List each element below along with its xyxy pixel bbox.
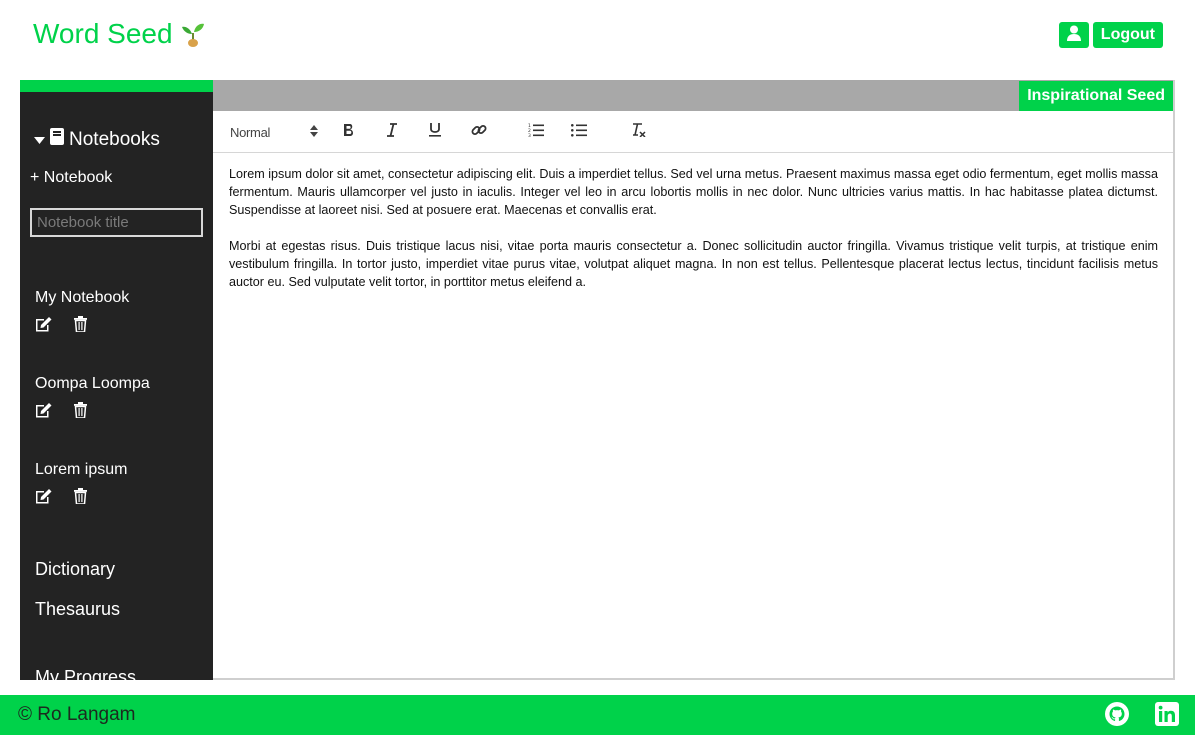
dictionary-link[interactable]: Dictionary <box>35 559 115 580</box>
trash-icon[interactable] <box>74 488 87 504</box>
format-select[interactable]: Normal <box>230 123 318 141</box>
editor-panel: Inspirational Seed Normal 1 2 3 Lorem ip… <box>213 80 1175 680</box>
link-icon <box>471 122 487 143</box>
format-select-value: Normal <box>230 124 271 140</box>
caret-down-icon <box>34 129 45 151</box>
bold-button[interactable] <box>338 122 360 142</box>
app-footer: © Ro Langam <box>0 695 1195 735</box>
brand-logo[interactable]: Word Seed <box>33 17 205 51</box>
inspirational-seed-button[interactable]: Inspirational Seed <box>1019 81 1173 111</box>
social-links <box>1105 702 1179 726</box>
progress-link[interactable]: My Progress <box>35 667 136 680</box>
notebook-item: Lorem ipsum <box>35 461 127 504</box>
svg-text:3: 3 <box>528 133 531 137</box>
clear-format-icon <box>630 122 646 142</box>
notebook-title-input[interactable] <box>30 208 203 237</box>
notebooks-heading: Notebooks <box>69 128 160 150</box>
underline-icon <box>429 122 441 142</box>
editor-paragraph: Lorem ipsum dolor sit amet, consectetur … <box>229 167 1158 217</box>
bullet-list-icon <box>571 123 587 142</box>
ordered-list-icon: 1 2 3 <box>528 123 544 142</box>
notebook-icon <box>50 128 64 151</box>
profile-button[interactable] <box>1058 22 1089 48</box>
editor-topbar: Inspirational Seed <box>213 80 1173 111</box>
header-actions: Logout <box>1058 22 1163 48</box>
clear-format-button[interactable] <box>627 122 649 142</box>
copyright-text: © Ro Langam <box>18 704 136 725</box>
add-notebook-button[interactable]: + Notebook <box>30 169 112 187</box>
app-header: Word Seed Logout <box>0 0 1195 80</box>
editor-toolbar: Normal 1 2 3 <box>213 111 1173 153</box>
seedling-icon <box>181 20 205 48</box>
sidebar: Notebooks + Notebook My Notebook <box>20 80 213 680</box>
bold-icon <box>343 123 355 142</box>
editor-content[interactable]: Lorem ipsum dolor sit amet, consectetur … <box>213 153 1173 291</box>
brand-title: Word Seed <box>33 18 173 49</box>
edit-icon[interactable] <box>35 316 53 332</box>
linkedin-icon[interactable] <box>1155 702 1179 726</box>
trash-icon[interactable] <box>74 316 87 332</box>
sidebar-accent-bar <box>20 80 213 92</box>
italic-icon <box>386 122 398 142</box>
notebook-name[interactable]: Lorem ipsum <box>35 461 127 479</box>
notebooks-toggle[interactable]: Notebooks <box>34 128 160 151</box>
italic-button[interactable] <box>381 122 403 142</box>
link-button[interactable] <box>468 122 490 142</box>
user-icon <box>1066 25 1081 46</box>
notebook-item: Oompa Loompa <box>35 375 150 418</box>
edit-icon[interactable] <box>35 488 53 504</box>
notebook-name[interactable]: Oompa Loompa <box>35 375 150 393</box>
underline-button[interactable] <box>424 122 446 142</box>
edit-icon[interactable] <box>35 402 53 418</box>
logout-button[interactable]: Logout <box>1092 22 1163 48</box>
github-icon[interactable] <box>1105 702 1129 726</box>
editor-paragraph: Morbi at egestas risus. Duis tristique l… <box>229 239 1158 289</box>
ordered-list-button[interactable]: 1 2 3 <box>525 122 547 142</box>
notebook-name[interactable]: My Notebook <box>35 289 129 307</box>
trash-icon[interactable] <box>74 402 87 418</box>
bullet-list-button[interactable] <box>568 122 590 142</box>
notebook-item: My Notebook <box>35 289 129 332</box>
select-arrows-icon <box>310 124 318 140</box>
thesaurus-link[interactable]: Thesaurus <box>35 599 120 620</box>
